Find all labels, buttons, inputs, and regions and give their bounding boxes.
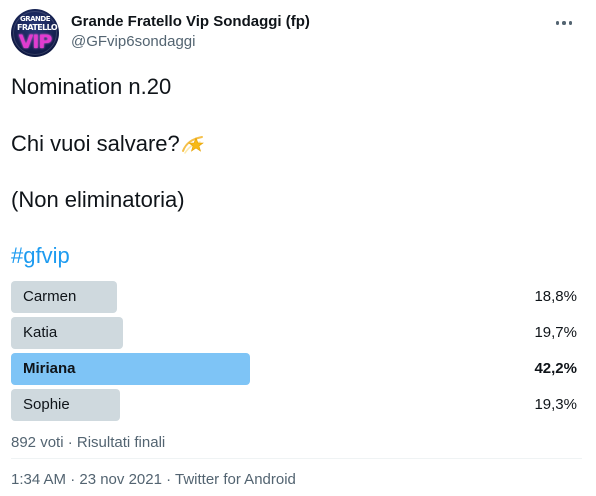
divider [11, 458, 582, 459]
hashtag-link[interactable]: #gfvip [11, 242, 70, 270]
tweet-text-line-2-text: Chi vuoi salvare? [11, 131, 180, 156]
avatar-logo-top: GRANDE [19, 15, 51, 23]
poll-option-label: Katia [23, 324, 58, 341]
poll-option-percent: 19,3% [534, 396, 577, 413]
poll-option-percent: 42,2% [534, 360, 577, 377]
author-display-name[interactable]: Grande Fratello Vip Sondaggi (fp) [71, 12, 310, 32]
poll-option: Katia 19,7% [11, 317, 577, 349]
avatar-logo-vip: VIP [18, 31, 53, 53]
tweet-source[interactable]: Twitter for Android [175, 471, 296, 488]
author-handle[interactable]: @GFvip6sondaggi [71, 32, 310, 52]
poll-option-percent: 19,7% [534, 324, 577, 341]
poll-summary: 892 voti · Risultati finali [11, 434, 166, 451]
more-horizontal-icon[interactable] [552, 11, 576, 35]
poll-option-label: Miriana [23, 360, 76, 377]
tweet-timestamp[interactable]: 1:34 AM · 23 nov 2021 · [11, 471, 175, 488]
tweet-text-line-3: (Non eliminatoria) [11, 187, 185, 212]
dot [555, 21, 560, 25]
tweet-text-line-2: Chi vuoi salvare? [11, 130, 206, 158]
tweet-text-line-1: Nomination n.20 [11, 74, 172, 99]
poll-option-percent: 18,8% [534, 288, 577, 305]
poll-option: Sophie 19,3% [11, 389, 577, 421]
poll-option-label: Carmen [23, 288, 77, 305]
dot [562, 21, 566, 25]
author-names: Grande Fratello Vip Sondaggi (fp) @GFvip… [71, 12, 310, 52]
poll-option: Miriana 42,2% [11, 353, 577, 385]
poll-option: Carmen 18,8% [11, 281, 577, 313]
poll-option-label: Sophie [23, 396, 70, 413]
dot [568, 21, 573, 25]
dizzy-star-emoji-icon [181, 136, 204, 154]
tweet-header: GRANDE FRATELLO VIP Grande Fratello Vip … [11, 9, 582, 57]
tweet-timestamp-line: 1:34 AM · 23 nov 2021 · Twitter for Andr… [11, 470, 296, 490]
avatar[interactable]: GRANDE FRATELLO VIP [11, 9, 59, 57]
